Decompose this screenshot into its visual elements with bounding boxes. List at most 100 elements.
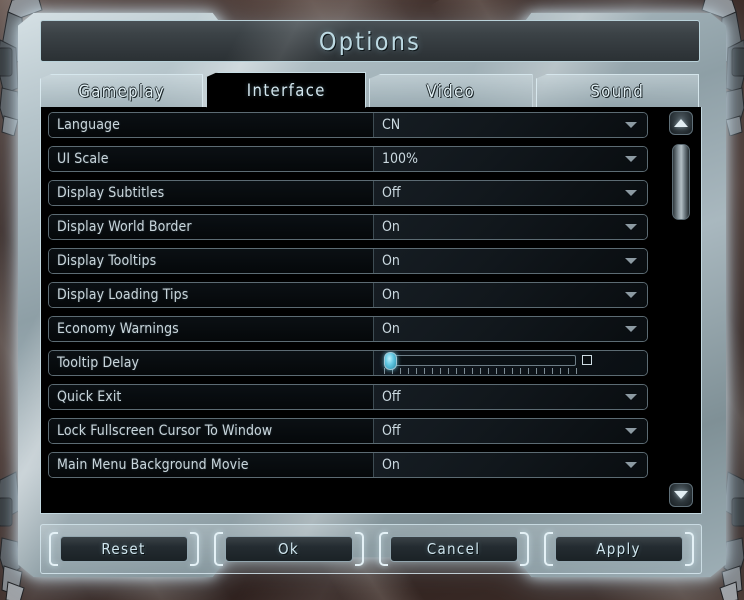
scrollbar-trough[interactable] <box>671 137 691 481</box>
chevron-down-icon <box>625 428 637 434</box>
bracket-right-decoration <box>519 532 529 566</box>
bracket-left-decoration <box>213 532 223 566</box>
option-value: On <box>382 321 400 337</box>
option-value: Off <box>382 185 401 201</box>
option-dropdown[interactable]: On <box>374 453 647 477</box>
option-label: Display Loading Tips <box>49 283 374 307</box>
option-row: Display Subtitles Off <box>48 180 648 206</box>
cancel-button[interactable]: Cancel <box>389 536 518 562</box>
dialog-title-bar: Options <box>40 20 700 62</box>
option-row: Display World Border On <box>48 214 648 240</box>
chevron-down-icon <box>625 190 637 196</box>
dialog-button-bar: Reset Ok Cancel Apply <box>40 524 702 574</box>
button-label: Cancel <box>426 540 481 558</box>
option-label: Lock Fullscreen Cursor To Window <box>49 419 374 443</box>
options-scrollbar[interactable] <box>669 111 693 507</box>
option-dropdown[interactable]: On <box>374 249 647 273</box>
button-label: Ok <box>277 540 300 558</box>
option-label: Quick Exit <box>49 385 374 409</box>
option-row: UI Scale 100% <box>48 146 648 172</box>
option-label: Main Menu Background Movie <box>49 453 374 477</box>
options-dialog-content: Options Gameplay Interface Video Sound L… <box>36 16 708 578</box>
option-dropdown[interactable]: On <box>374 317 647 341</box>
option-value: Off <box>382 423 401 439</box>
scroll-down-button[interactable] <box>669 483 693 507</box>
option-value: On <box>382 253 400 269</box>
option-value: On <box>382 219 400 235</box>
option-row: Economy Warnings On <box>48 316 648 342</box>
option-row: Display Tooltips On <box>48 248 648 274</box>
option-row: Lock Fullscreen Cursor To Window Off <box>48 418 648 444</box>
chevron-down-icon <box>625 258 637 264</box>
option-dropdown[interactable]: On <box>374 215 647 239</box>
tab-label: Video <box>426 81 476 101</box>
options-list-panel: Language CN UI Scale 100% Display Subtitles O… <box>40 107 702 514</box>
slider-handle[interactable] <box>384 352 397 370</box>
tab-video[interactable]: Video <box>369 74 533 108</box>
tooltip-delay-slider[interactable] <box>374 351 647 375</box>
chevron-down-icon <box>625 122 637 128</box>
bracket-right-decoration <box>684 532 694 566</box>
ok-button[interactable]: Ok <box>224 536 353 562</box>
slider-ticks <box>384 368 580 374</box>
option-value: CN <box>382 117 401 133</box>
chevron-down-icon <box>625 224 637 230</box>
chevron-down-icon <box>625 394 637 400</box>
ok-button-wrap: Ok <box>213 532 364 566</box>
chevron-down-icon <box>674 491 688 499</box>
scroll-up-button[interactable] <box>669 111 693 135</box>
apply-button-wrap: Apply <box>543 532 694 566</box>
chevron-down-icon <box>625 462 637 468</box>
option-value: On <box>382 457 400 473</box>
option-label: Display Subtitles <box>49 181 374 205</box>
tab-gameplay[interactable]: Gameplay <box>40 74 204 108</box>
option-label: Economy Warnings <box>49 317 374 341</box>
apply-button[interactable]: Apply <box>554 536 683 562</box>
page-title: Options <box>318 26 422 56</box>
option-dropdown[interactable]: On <box>374 283 647 307</box>
bracket-right-decoration <box>189 532 199 566</box>
option-dropdown[interactable]: Off <box>374 385 647 409</box>
chevron-up-icon <box>674 119 688 127</box>
game-options-screen: Options Gameplay Interface Video Sound L… <box>0 0 744 600</box>
button-label: Reset <box>101 540 146 558</box>
option-row: Tooltip Delay <box>48 350 648 376</box>
option-label: Language <box>49 113 374 137</box>
chevron-down-icon <box>625 326 637 332</box>
reset-button[interactable]: Reset <box>59 536 188 562</box>
option-value: On <box>382 287 400 303</box>
option-value: Off <box>382 389 401 405</box>
chevron-down-icon <box>625 156 637 162</box>
option-row: Main Menu Background Movie On <box>48 452 648 478</box>
option-dropdown[interactable]: 100% <box>374 147 647 171</box>
option-value: 100% <box>382 151 419 167</box>
cancel-button-wrap: Cancel <box>378 532 529 566</box>
option-row: Quick Exit Off <box>48 384 648 410</box>
tab-bar: Gameplay Interface Video Sound <box>40 72 702 108</box>
scrollbar-thumb[interactable] <box>672 143 690 220</box>
option-dropdown[interactable]: CN <box>374 113 647 137</box>
chevron-down-icon <box>625 292 637 298</box>
tab-label: Interface <box>246 80 326 100</box>
option-label: Tooltip Delay <box>49 351 374 375</box>
options-rows: Language CN UI Scale 100% Display Subtitles O… <box>48 112 648 486</box>
tab-label: Sound <box>590 81 645 101</box>
tab-sound[interactable]: Sound <box>535 74 700 108</box>
tab-interface[interactable]: Interface <box>206 72 367 108</box>
bracket-right-decoration <box>354 532 364 566</box>
option-label: Display Tooltips <box>49 249 374 273</box>
bracket-left-decoration <box>48 532 58 566</box>
button-label: Apply <box>596 540 641 558</box>
option-row: Language CN <box>48 112 648 138</box>
option-row: Display Loading Tips On <box>48 282 648 308</box>
slider-end-marker <box>582 355 592 365</box>
option-dropdown[interactable]: Off <box>374 181 647 205</box>
tab-label: Gameplay <box>78 81 166 101</box>
option-label: UI Scale <box>49 147 374 171</box>
option-label: Display World Border <box>49 215 374 239</box>
bracket-left-decoration <box>378 532 388 566</box>
bracket-left-decoration <box>543 532 553 566</box>
option-dropdown[interactable]: Off <box>374 419 647 443</box>
reset-button-wrap: Reset <box>48 532 199 566</box>
slider-track[interactable] <box>386 355 576 366</box>
